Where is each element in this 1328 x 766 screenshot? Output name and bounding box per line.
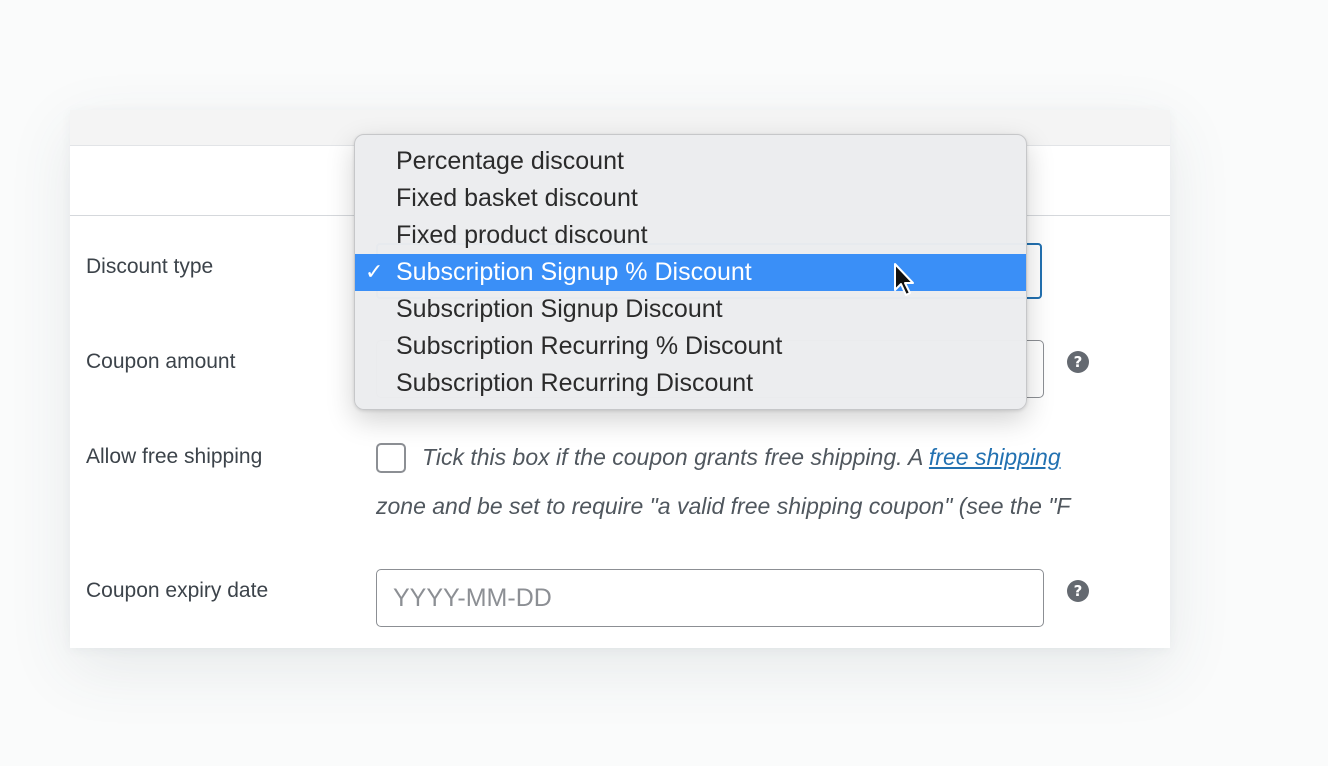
- dropdown-option-signup[interactable]: Subscription Signup Discount: [355, 291, 1026, 328]
- option-label: Subscription Signup Discount: [396, 295, 723, 323]
- help-circle-icon[interactable]: ?: [1067, 580, 1089, 602]
- dropdown-option-recurring[interactable]: Subscription Recurring Discount: [355, 365, 1026, 402]
- discount-type-label: Discount type: [86, 255, 214, 278]
- screen: Discount type Coupon amount ? Allow free…: [0, 0, 1328, 766]
- free-shipping-description: Tick this box if the coupon grants free …: [422, 444, 1061, 471]
- expiry-date-input[interactable]: [376, 569, 1044, 627]
- free-shipping-link[interactable]: free shipping: [929, 444, 1061, 470]
- free-shipping-desc-text: Tick this box if the coupon grants free …: [422, 444, 929, 470]
- dropdown-option-recurring-percent[interactable]: Subscription Recurring % Discount: [355, 328, 1026, 365]
- option-label: Subscription Recurring Discount: [396, 369, 754, 397]
- option-label: Percentage discount: [396, 147, 624, 175]
- dropdown-option-percentage[interactable]: Percentage discount: [355, 143, 1026, 180]
- option-label: Fixed basket discount: [396, 184, 638, 212]
- option-label: Subscription Signup % Discount: [396, 258, 752, 286]
- dropdown-option-fixed-basket[interactable]: Fixed basket discount: [355, 180, 1026, 217]
- coupon-amount-label: Coupon amount: [86, 350, 236, 373]
- checkmark-icon: ✓: [365, 260, 384, 285]
- option-label: Fixed product discount: [396, 221, 648, 249]
- dropdown-option-fixed-product[interactable]: Fixed product discount: [355, 217, 1026, 254]
- option-label: Subscription Recurring % Discount: [396, 332, 783, 360]
- free-shipping-desc-line2: zone and be set to require "a valid free…: [376, 493, 1071, 519]
- help-circle-icon[interactable]: ?: [1067, 351, 1089, 373]
- discount-type-dropdown-menu: Percentage discount Fixed basket discoun…: [354, 134, 1027, 410]
- free-shipping-label: Allow free shipping: [86, 445, 263, 468]
- free-shipping-checkbox[interactable]: [376, 443, 406, 473]
- expiry-date-label: Coupon expiry date: [86, 579, 269, 602]
- mouse-pointer-icon: [894, 263, 914, 296]
- dropdown-option-signup-percent[interactable]: ✓ Subscription Signup % Discount: [355, 254, 1026, 291]
